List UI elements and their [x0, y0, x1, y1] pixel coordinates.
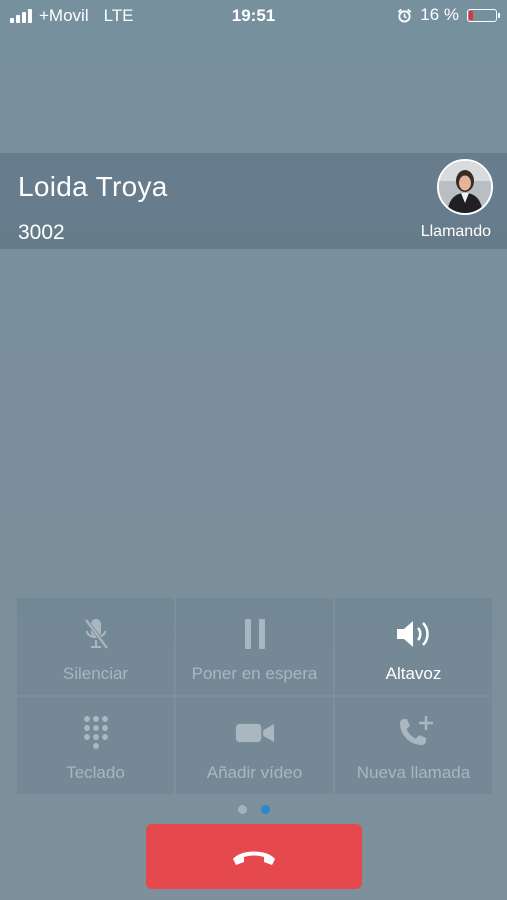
mic-off-icon: [76, 616, 116, 652]
contact-name: Loida Troya: [18, 171, 168, 202]
add-video-label: Añadir vídeo: [206, 763, 303, 782]
battery-percent: 16 %: [420, 5, 459, 24]
add-video-button[interactable]: Añadir vídeo: [176, 697, 333, 794]
battery-icon: [467, 8, 500, 22]
pause-icon: [235, 616, 275, 652]
page-dot-1[interactable]: [237, 805, 247, 814]
speaker-label: Altavoz: [385, 664, 442, 683]
speaker-button[interactable]: Altavoz: [335, 598, 492, 695]
call-controls: Silenciar Poner en espera Altavoz Teclad…: [17, 598, 492, 795]
page-indicator[interactable]: [0, 805, 507, 814]
hang-up-icon: [233, 851, 275, 865]
avatar: [437, 159, 493, 215]
new-call-button[interactable]: Nueva llamada: [335, 697, 492, 794]
keypad-label: Teclado: [66, 763, 125, 782]
keypad-button[interactable]: Teclado: [17, 697, 174, 794]
call-status: Llamando: [420, 223, 491, 240]
contact-bar: Loida Troya 3002 Llamando: [0, 153, 507, 249]
end-call-button[interactable]: [146, 824, 362, 889]
page-dot-2[interactable]: [260, 805, 270, 814]
status-right: 16 %: [397, 5, 500, 25]
mute-button[interactable]: Silenciar: [17, 598, 174, 695]
new-call-label: Nueva llamada: [356, 763, 471, 782]
hold-label: Poner en espera: [191, 664, 318, 683]
add-call-icon: [394, 715, 434, 751]
hold-button[interactable]: Poner en espera: [176, 598, 333, 695]
contact-number: 3002: [18, 221, 65, 244]
video-camera-icon: [235, 715, 275, 751]
alarm-icon: [397, 8, 412, 23]
speaker-icon: [394, 616, 434, 652]
mute-label: Silenciar: [62, 664, 129, 683]
status-bar: +Movil LTE 19:51 16 %: [0, 0, 507, 32]
keypad-icon: [76, 715, 116, 751]
